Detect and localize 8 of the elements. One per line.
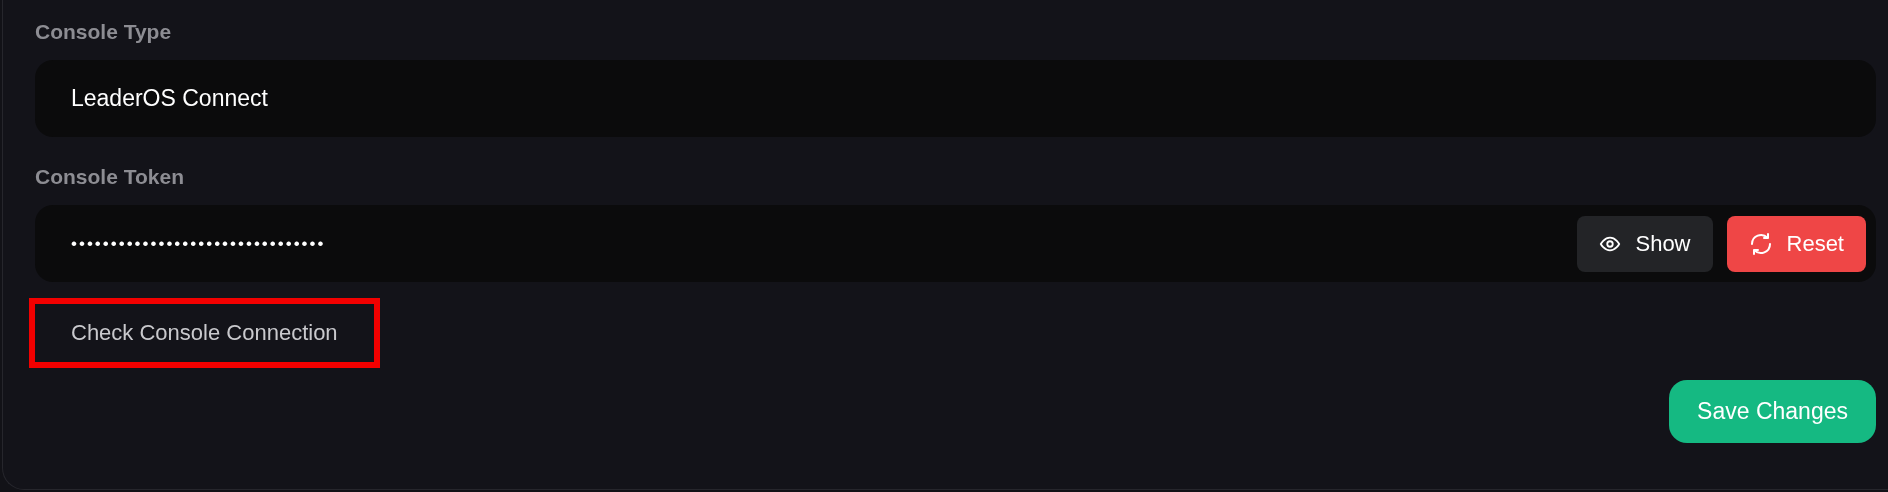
show-button[interactable]: Show [1577,215,1713,272]
field-label: Console Token [35,165,185,189]
refresh-icon [1748,231,1773,256]
reset-button[interactable]: Reset [1726,215,1866,272]
input-field[interactable]: •••••••••••••••••••••••••••••••• Show Reset [35,205,1876,282]
check-connection-button[interactable]: Check Console Connection [29,298,380,368]
input-field[interactable]: LeaderOS Connect [35,60,1876,137]
field-label: Console Type [35,20,173,44]
